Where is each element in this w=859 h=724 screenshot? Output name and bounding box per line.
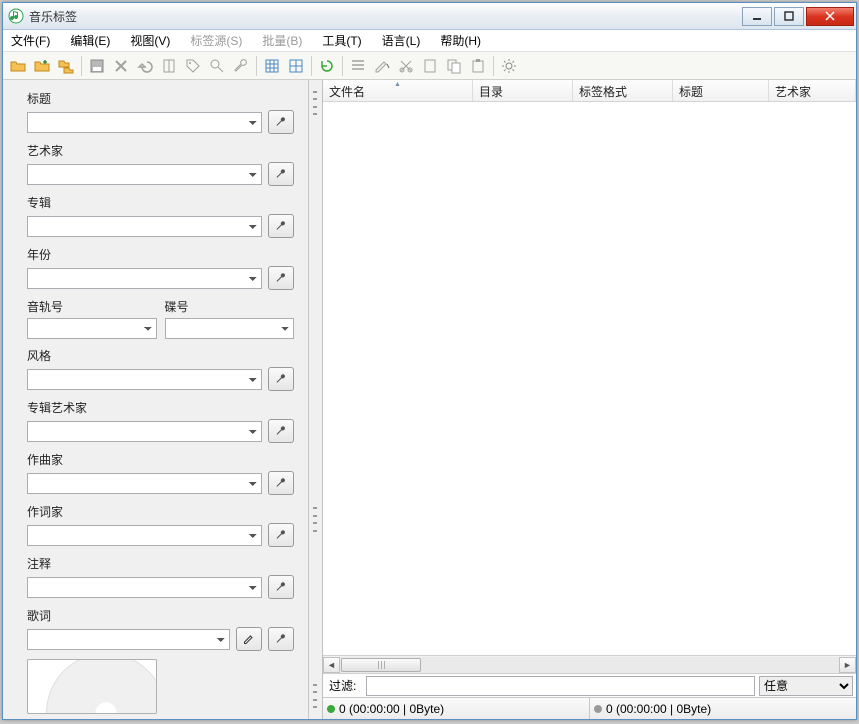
search-button[interactable] [206,55,228,77]
filter-mode-select[interactable]: 任意 [759,676,853,696]
pencil-dropdown-button[interactable] [371,55,393,77]
grid1-button[interactable] [261,55,283,77]
label-disc: 碟号 [165,298,295,315]
input-lyricist[interactable] [27,525,262,546]
menu-bar: 文件(F) 编辑(E) 视图(V) 标签源(S) 批量(B) 工具(T) 语言(… [3,30,856,52]
input-genre[interactable] [27,369,262,390]
menu-view[interactable]: 视图(V) [128,30,172,51]
folder-tree-button[interactable] [55,55,77,77]
title-bar: 音乐标签 [3,3,856,30]
album-art-slot[interactable] [27,659,157,714]
col-dir[interactable]: 目录 [473,80,573,101]
app-icon [8,8,24,24]
label-artist: 艺术家 [27,142,294,159]
window-title: 音乐标签 [29,8,742,25]
menu-batch[interactable]: 批量(B) [260,30,304,51]
menu-tools[interactable]: 工具(T) [320,30,363,51]
wrench-genre[interactable] [268,367,294,391]
wrench-artist[interactable] [268,162,294,186]
gear-button[interactable] [498,55,520,77]
col-tagfmt[interactable]: 标签格式 [573,80,673,101]
menu-tagsource[interactable]: 标签源(S) [188,30,244,51]
edit-lyrics-button[interactable] [236,627,262,651]
menu-file[interactable]: 文件(F) [9,30,52,51]
input-composer[interactable] [27,473,262,494]
close-button[interactable] [806,7,854,26]
main-window: 音乐标签 文件(F) 编辑(E) 视图(V) 标签源(S) 批量(B) 工具(T… [2,2,857,720]
wrench-title[interactable] [268,110,294,134]
label-composer: 作曲家 [27,451,294,468]
cut-button[interactable] [395,55,417,77]
label-lyrics: 歌词 [27,607,294,624]
scroll-thumb[interactable] [341,658,421,672]
wrench-year[interactable] [268,266,294,290]
table-body[interactable] [323,102,856,655]
input-disc[interactable] [165,318,295,339]
undo-button[interactable] [134,55,156,77]
wrench-lyrics[interactable] [268,627,294,651]
wrench-comment[interactable] [268,575,294,599]
input-title[interactable] [27,112,262,133]
tag-button[interactable] [182,55,204,77]
status-left: 0 (00:00:00 | 0Byte) [323,698,590,719]
col-artist[interactable]: 艺术家 [769,80,856,101]
menu-language[interactable]: 语言(L) [380,30,423,51]
status-right: 0 (00:00:00 | 0Byte) [590,698,856,719]
menu-edit[interactable]: 编辑(E) [68,30,112,51]
table-header: 文件名▲ 目录 标签格式 标题 艺术家 [323,80,856,102]
filter-input[interactable] [366,676,755,696]
horizontal-scrollbar[interactable]: ◄ ► [323,655,856,673]
open-folder-button[interactable] [7,55,29,77]
input-albumartist[interactable] [27,421,262,442]
input-year[interactable] [27,268,262,289]
label-year: 年份 [27,246,294,263]
doc1-button[interactable] [419,55,441,77]
wrench-album[interactable] [268,214,294,238]
paste-button[interactable] [467,55,489,77]
copy-button[interactable] [443,55,465,77]
book-button[interactable] [158,55,180,77]
input-track[interactable] [27,318,157,339]
delete-button[interactable] [110,55,132,77]
col-title[interactable]: 标题 [673,80,769,101]
minimize-button[interactable] [742,7,772,26]
splitter[interactable] [309,80,323,719]
scroll-right-arrow[interactable]: ► [839,657,856,673]
tag-editor-panel: 标题 艺术家 专辑 [3,80,309,719]
maximize-button[interactable] [774,7,804,26]
scroll-left-arrow[interactable]: ◄ [323,657,340,673]
file-list-pane: 文件名▲ 目录 标签格式 标题 艺术家 ◄ ► 过滤: 任意 0 (00:00:… [323,80,856,719]
label-comment: 注释 [27,555,294,572]
grid2-button[interactable] [285,55,307,77]
label-lyricist: 作词家 [27,503,294,520]
label-album: 专辑 [27,194,294,211]
input-lyrics[interactable] [27,629,230,650]
label-title: 标题 [27,90,294,107]
label-albumartist: 专辑艺术家 [27,399,294,416]
filter-row: 过滤: 任意 [323,673,856,697]
label-track: 音轨号 [27,298,157,315]
filter-label: 过滤: [323,677,362,694]
input-comment[interactable] [27,577,262,598]
add-folder-button[interactable] [31,55,53,77]
wrench-composer[interactable] [268,471,294,495]
wrench-albumartist[interactable] [268,419,294,443]
refresh-button[interactable] [316,55,338,77]
list-icon[interactable] [347,55,369,77]
status-bar: 0 (00:00:00 | 0Byte) 0 (00:00:00 | 0Byte… [323,697,856,719]
menu-help[interactable]: 帮助(H) [438,30,483,51]
wrench-lyricist[interactable] [268,523,294,547]
settings-wrench-button[interactable] [230,55,252,77]
label-genre: 风格 [27,347,294,364]
col-filename[interactable]: 文件名▲ [323,80,473,101]
toolbar [3,52,856,80]
input-artist[interactable] [27,164,262,185]
input-album[interactable] [27,216,262,237]
save-button[interactable] [86,55,108,77]
